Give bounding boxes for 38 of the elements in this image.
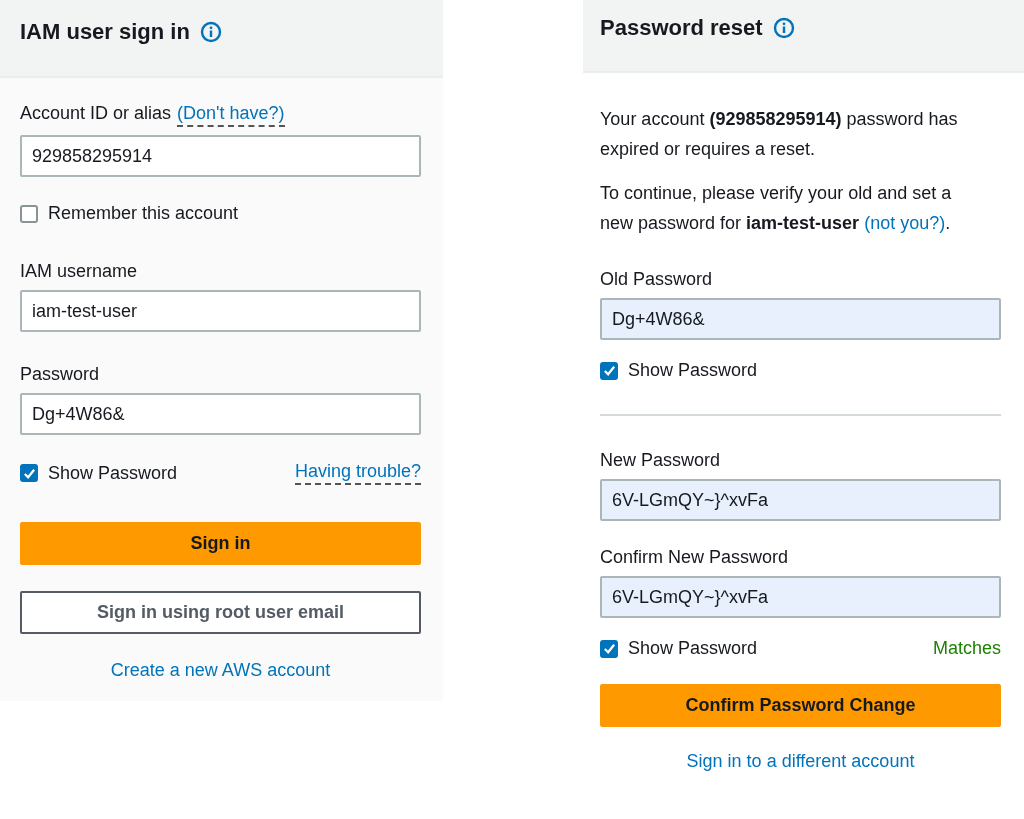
checkbox-label: Show Password xyxy=(48,462,178,484)
input-field[interactable]: 6V-LGmQY~}^xvFa xyxy=(600,479,1001,521)
match-status: Matches xyxy=(932,638,1001,659)
panel-title: Password reset xyxy=(600,15,763,41)
field-label: Account ID or alias xyxy=(20,103,172,125)
checkmark-icon xyxy=(602,642,616,655)
text-link[interactable]: (not you?) xyxy=(864,213,946,233)
text-link[interactable]: Create a new AWS account xyxy=(110,660,331,680)
field-label: New Password xyxy=(600,450,721,471)
message-text: Your account (929858295914) password has expired or requires a reset. xyxy=(600,108,959,161)
info-icon[interactable] xyxy=(772,17,795,39)
text-link[interactable]: Sign in to a different account xyxy=(686,751,915,771)
checkbox-label: Remember this account xyxy=(48,203,239,224)
checkmark-icon xyxy=(602,364,616,377)
checkbox[interactable] xyxy=(20,204,38,223)
help-link[interactable]: Having trouble? xyxy=(294,461,421,485)
panel-title: IAM user sign in xyxy=(20,19,190,45)
field-label: IAM username xyxy=(20,261,138,282)
checkbox[interactable] xyxy=(600,361,618,380)
input-field[interactable]: iam-test-user xyxy=(20,290,421,332)
input-field[interactable]: Dg+4W86& xyxy=(600,298,1001,340)
checkbox-label: Show Password xyxy=(628,638,758,659)
checkbox[interactable] xyxy=(20,464,38,482)
field-label: Password xyxy=(20,364,100,385)
input-field[interactable]: 6V-LGmQY~}^xvFa xyxy=(600,576,1001,618)
input-field[interactable]: 929858295914 xyxy=(20,135,421,177)
message-text: To continue, please verify your old and set a new password for iam-test-user (not you?). xyxy=(600,182,953,235)
checkbox[interactable] xyxy=(600,639,618,658)
secondary-button[interactable]: Sign in using root user email xyxy=(20,591,421,634)
primary-button[interactable]: Confirm Password Change xyxy=(600,684,1001,727)
primary-button[interactable]: Sign in xyxy=(20,522,421,565)
field-label: Confirm New Password xyxy=(600,547,789,568)
checkbox-label: Show Password xyxy=(628,360,758,381)
info-icon[interactable] xyxy=(199,21,222,43)
input-field[interactable]: Dg+4W86& xyxy=(20,393,421,435)
help-link[interactable]: (Don't have?) xyxy=(177,103,285,127)
field-label: Old Password xyxy=(600,269,713,290)
checkmark-icon xyxy=(22,466,36,480)
